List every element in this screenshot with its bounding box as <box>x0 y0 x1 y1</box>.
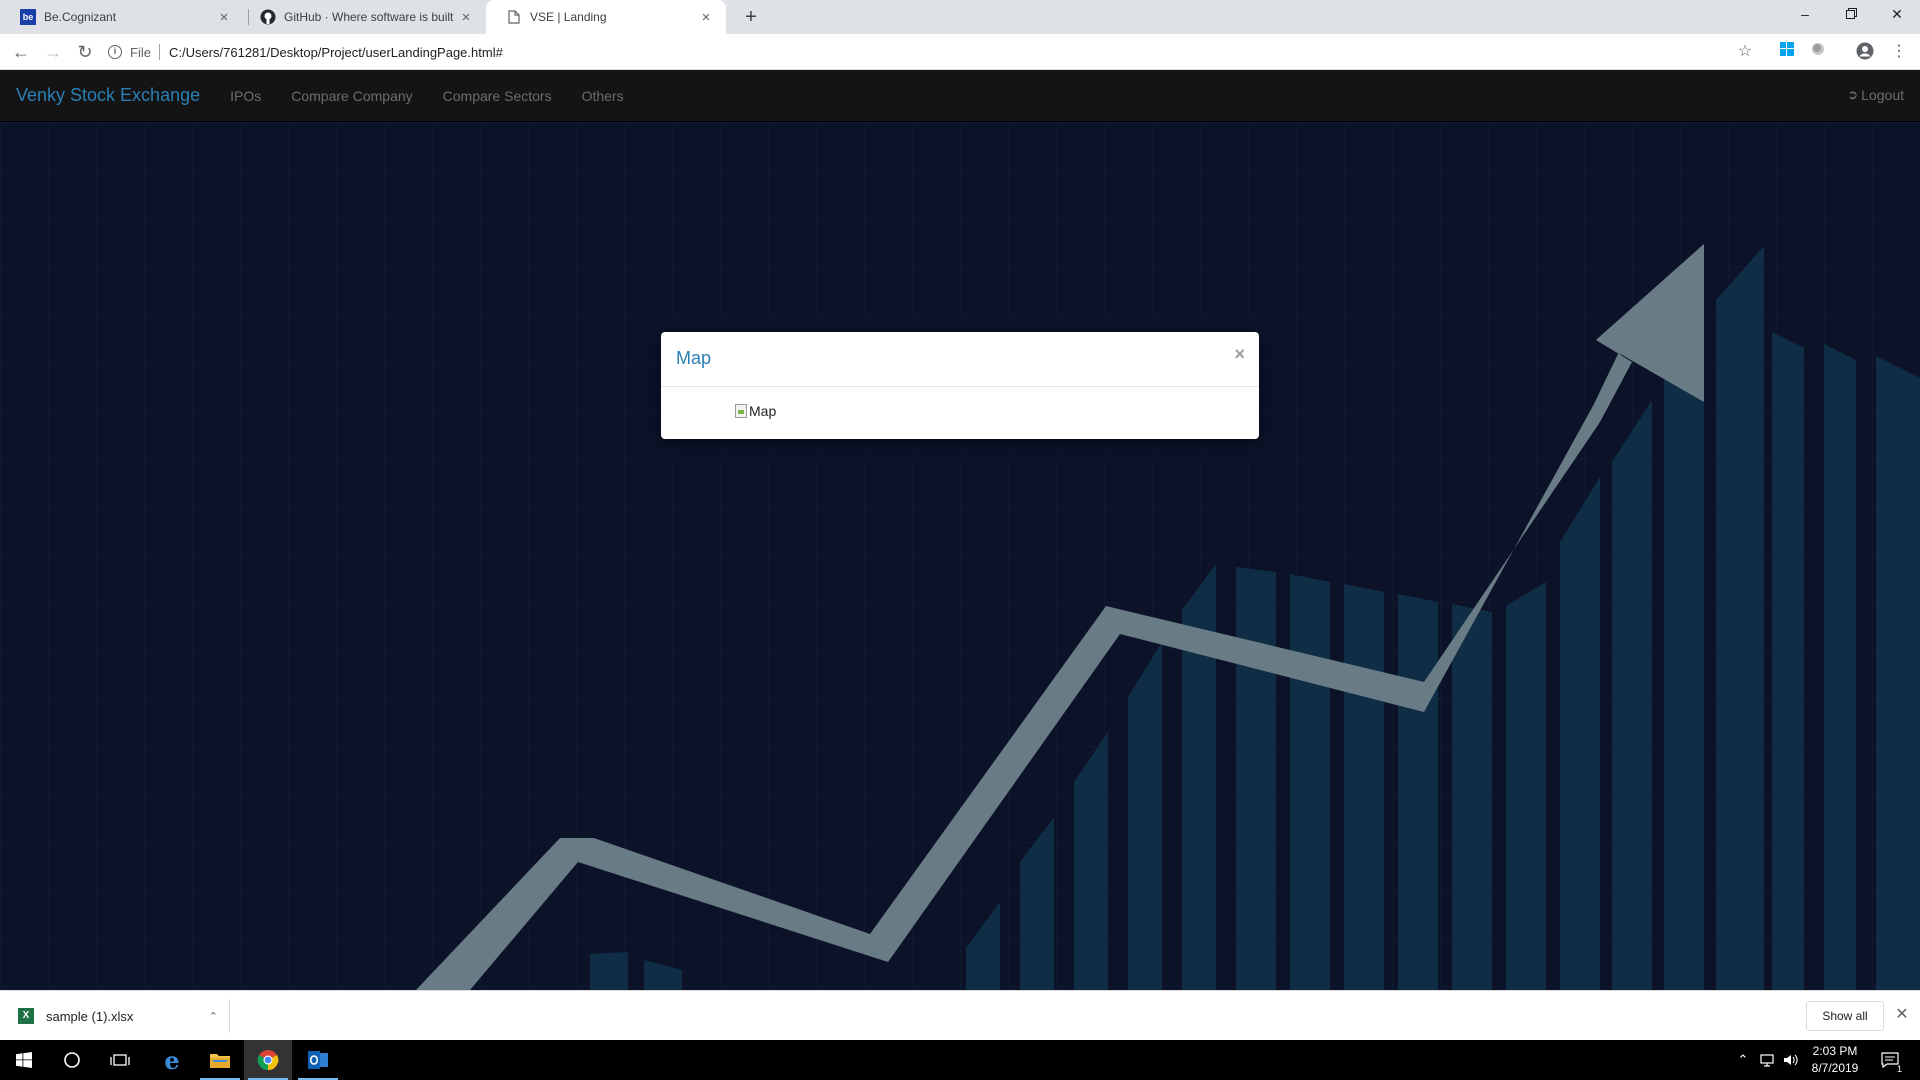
menu-kebab-icon[interactable]: ⋮ <box>1889 42 1909 62</box>
url-scheme-label: File <box>130 44 151 60</box>
windows-taskbar: e ⌃ 2:03 PM 8/7/2019 1 <box>0 1040 1920 1080</box>
tab-title: Be.Cognizant <box>44 10 117 24</box>
modal-title: Map <box>676 348 712 368</box>
bookmark-star-icon[interactable]: ☆ <box>1735 42 1755 62</box>
download-item[interactable]: X sample (1).xlsx ⌃ <box>18 1003 218 1029</box>
forward-icon[interactable]: → <box>41 40 65 64</box>
logout-icon: ➲ <box>1847 87 1859 102</box>
excel-file-icon: X <box>18 1008 34 1024</box>
brand-link[interactable]: Venky Stock Exchange <box>16 85 200 106</box>
modal-header: Map × <box>661 332 1259 387</box>
edge-icon[interactable]: e <box>148 1040 196 1080</box>
page-icon <box>506 9 522 25</box>
extension-icon[interactable] <box>1808 42 1828 62</box>
modal-body: Map <box>661 387 1259 439</box>
close-icon[interactable]: × <box>698 9 714 26</box>
windows-start-icon[interactable] <box>0 1040 48 1080</box>
network-icon[interactable] <box>1756 1040 1778 1080</box>
download-shelf: X sample (1).xlsx ⌃ Show all ✕ <box>0 990 1920 1040</box>
nav-link-others[interactable]: Others <box>582 88 624 104</box>
restore-icon[interactable] <box>1828 0 1874 30</box>
info-icon[interactable]: i <box>108 45 122 59</box>
modal-close-button[interactable]: × <box>1234 344 1245 365</box>
new-tab-button[interactable]: + <box>738 4 764 30</box>
tab-github[interactable]: GitHub · Where software is built × <box>240 0 486 34</box>
chevron-up-icon[interactable]: ⌃ <box>1734 1040 1752 1080</box>
broken-image-icon <box>735 404 747 418</box>
browser-tab-strip: be Be.Cognizant × GitHub · Where softwar… <box>0 0 1920 34</box>
action-center-icon[interactable]: 1 <box>1876 1040 1904 1080</box>
task-view-icon[interactable] <box>96 1040 144 1080</box>
chevron-up-icon[interactable]: ⌃ <box>209 1010 218 1023</box>
be-icon: be <box>20 9 36 25</box>
nav-link-compare-sectors[interactable]: Compare Sectors <box>443 88 552 104</box>
map-image-alt-text: Map <box>749 403 777 419</box>
chrome-icon[interactable] <box>244 1040 292 1080</box>
omnibox-divider <box>158 44 160 60</box>
clock-date: 8/7/2019 <box>1811 1061 1859 1075</box>
address-bar[interactable]: i File C:/Users/761281/Desktop/Project/u… <box>108 38 1760 66</box>
close-shelf-icon[interactable]: ✕ <box>1892 1003 1912 1027</box>
file-explorer-icon[interactable] <box>196 1040 244 1080</box>
tab-vse-landing[interactable]: VSE | Landing × <box>486 0 726 34</box>
windows-extension-icon[interactable] <box>1777 42 1797 62</box>
close-icon[interactable]: × <box>458 9 474 26</box>
reload-icon[interactable]: ↻ <box>73 40 97 64</box>
show-all-button[interactable]: Show all <box>1806 1001 1884 1031</box>
tab-title: VSE | Landing <box>530 10 607 24</box>
hero-chart-background <box>0 122 1920 990</box>
map-image: Map <box>735 403 776 419</box>
download-file-name: sample (1).xlsx <box>46 1008 134 1024</box>
top-navbar: Venky Stock Exchange IPOs Compare Compan… <box>0 70 1920 122</box>
clock-time: 2:03 PM <box>1812 1044 1858 1058</box>
system-clock[interactable]: 2:03 PM 8/7/2019 <box>1800 1043 1870 1077</box>
web-page: Venky Stock Exchange IPOs Compare Compan… <box>0 70 1920 990</box>
close-icon[interactable]: × <box>216 9 232 26</box>
logout-link[interactable]: ➲ Logout <box>1847 87 1904 103</box>
browser-toolbar: ← → ↻ i File C:/Users/761281/Desktop/Pro… <box>0 34 1920 70</box>
cortana-search-icon[interactable] <box>48 1040 96 1080</box>
outlook-icon[interactable] <box>294 1040 342 1080</box>
nav-link-compare-company[interactable]: Compare Company <box>291 88 412 104</box>
minimize-icon[interactable]: – <box>1782 0 1828 30</box>
tab-title: GitHub · Where software is built <box>284 10 454 24</box>
shelf-divider <box>229 999 230 1033</box>
back-icon[interactable]: ← <box>9 40 33 64</box>
github-icon <box>260 9 276 25</box>
nav-link-ipos[interactable]: IPOs <box>230 88 261 104</box>
profile-icon[interactable] <box>1855 42 1875 62</box>
url-text[interactable]: C:/Users/761281/Desktop/Project/userLand… <box>169 45 503 60</box>
notification-count: 1 <box>1896 1064 1902 1074</box>
map-modal: Map × Map <box>661 332 1259 439</box>
tab-becognizant[interactable]: be Be.Cognizant × <box>0 0 244 34</box>
volume-icon[interactable] <box>1780 1040 1802 1080</box>
close-window-icon[interactable]: ✕ <box>1874 0 1920 30</box>
logout-label: Logout <box>1861 87 1904 103</box>
